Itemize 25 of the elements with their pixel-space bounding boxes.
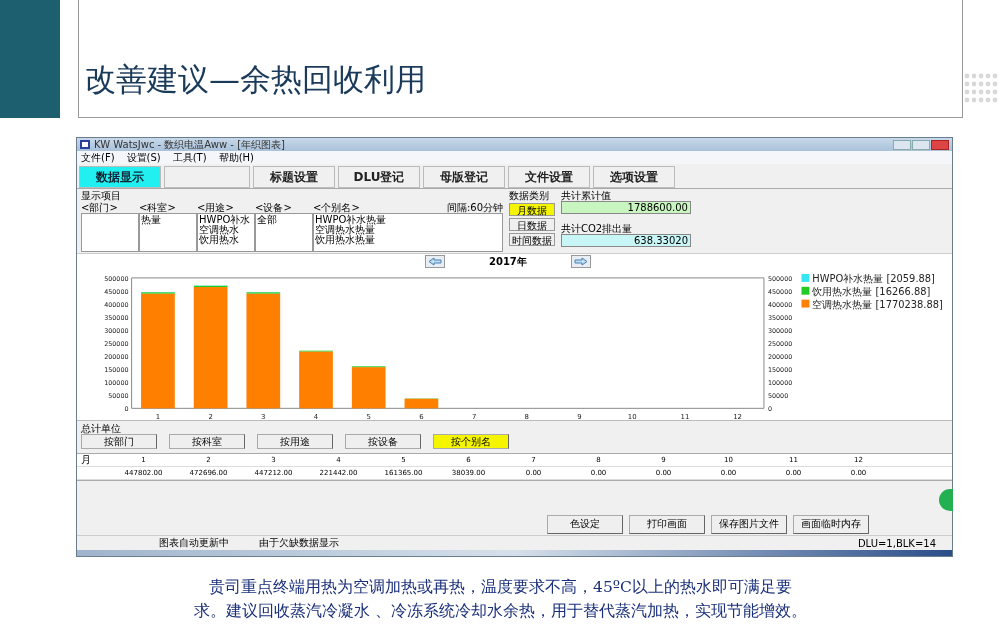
total-field: 1788600.00 — [561, 201, 691, 214]
caption-line: 求。建议回收蒸汽冷凝水 、冷冻系统冷却水余热，用于替代蒸汽加热，实现节能增效。 — [194, 601, 807, 622]
total-field: 638.33020 — [561, 234, 691, 247]
legend-label: 饮用热水热量 [16266.88] — [812, 285, 931, 297]
panel-label: 显示项目 — [81, 190, 121, 202]
column-header: <部门> — [81, 202, 118, 213]
window-title: KW WatsJwc - 数织电温Aww - [年织图表] — [94, 139, 285, 150]
status-text: 由于欠缺数据显示 — [259, 536, 339, 550]
legend-label: 空调热水热量 [1770238.88] — [812, 298, 943, 310]
column-header: <科室> — [139, 202, 176, 213]
group-label: 总计单位 — [81, 423, 122, 434]
column-header: 月 — [80, 454, 92, 466]
field-heading: 共计累计值 — [561, 190, 612, 201]
interval-label: 间隔:60分钟 — [446, 202, 503, 213]
slide-title: 改善建议—余热回收利用 — [85, 60, 426, 99]
column-header: <设备> — [255, 202, 292, 213]
chart-year: 2017年 — [489, 254, 527, 269]
caption-line: 贵司重点终端用热为空调加热或再热，温度要求不高，45ºC以上的热水即可满足要 — [209, 577, 792, 598]
field-heading: 共计CO2排出量 — [561, 223, 634, 234]
group-label: 数据类别 — [509, 190, 550, 201]
column-header: <用途> — [197, 202, 234, 213]
legend-label: HWPO补水热量 [2059.88] — [812, 272, 935, 284]
status-text: DLU=1,BLK=14 — [857, 537, 936, 549]
status-text: 图表自动更新中 — [159, 536, 229, 550]
column-header: <个别名> — [313, 202, 360, 213]
